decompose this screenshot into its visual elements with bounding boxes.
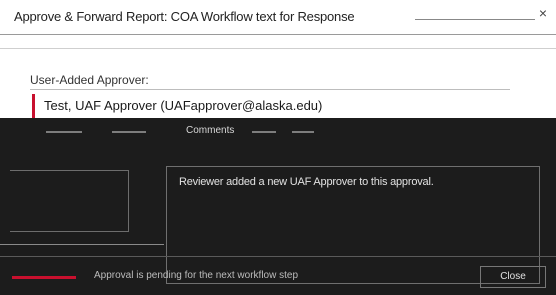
tab-status[interactable] — [46, 125, 94, 139]
dialog-title-bar: Approve & Forward Report: COA Workflow t… — [0, 0, 556, 35]
title-underline — [415, 19, 535, 20]
approver-label: User-Added Approver: — [30, 73, 149, 87]
tab-files-bar — [292, 131, 314, 133]
footer-status: Approval is pending for the next workflo… — [94, 270, 298, 281]
approver-value: Test, UAF Approver (UAFapprover@alaska.e… — [44, 98, 323, 113]
tab-history[interactable] — [112, 125, 160, 139]
tab-history-bar — [112, 131, 146, 133]
close-button[interactable]: Close — [480, 266, 546, 288]
left-divider — [0, 244, 164, 245]
tab-row: Comments — [0, 118, 556, 148]
tab-notes[interactable] — [252, 125, 286, 139]
dialog-title: Approve & Forward Report: COA Workflow t… — [14, 9, 355, 24]
header-divider — [0, 48, 556, 49]
left-pane — [10, 170, 129, 232]
footer-rule — [0, 256, 556, 257]
tab-status-bar — [46, 131, 82, 133]
footer-accent-mark — [12, 276, 76, 279]
comment-text: Reviewer added a new UAF Approver to thi… — [179, 176, 434, 188]
approve-forward-dialog: Approve & Forward Report: COA Workflow t… — [0, 0, 556, 295]
tab-comments-label: Comments — [186, 125, 235, 136]
approver-field[interactable]: Test, UAF Approver (UAFapprover@alaska.e… — [32, 94, 515, 118]
details-panel: Comments Reviewer added a new UAF Approv… — [0, 118, 556, 295]
tab-comments[interactable]: Comments — [186, 125, 246, 139]
approver-label-rule — [30, 89, 510, 90]
tab-notes-bar — [252, 131, 276, 133]
tab-files[interactable] — [292, 125, 326, 139]
dialog-footer: Approval is pending for the next workflo… — [0, 260, 556, 295]
close-icon[interactable]: × — [536, 6, 550, 20]
